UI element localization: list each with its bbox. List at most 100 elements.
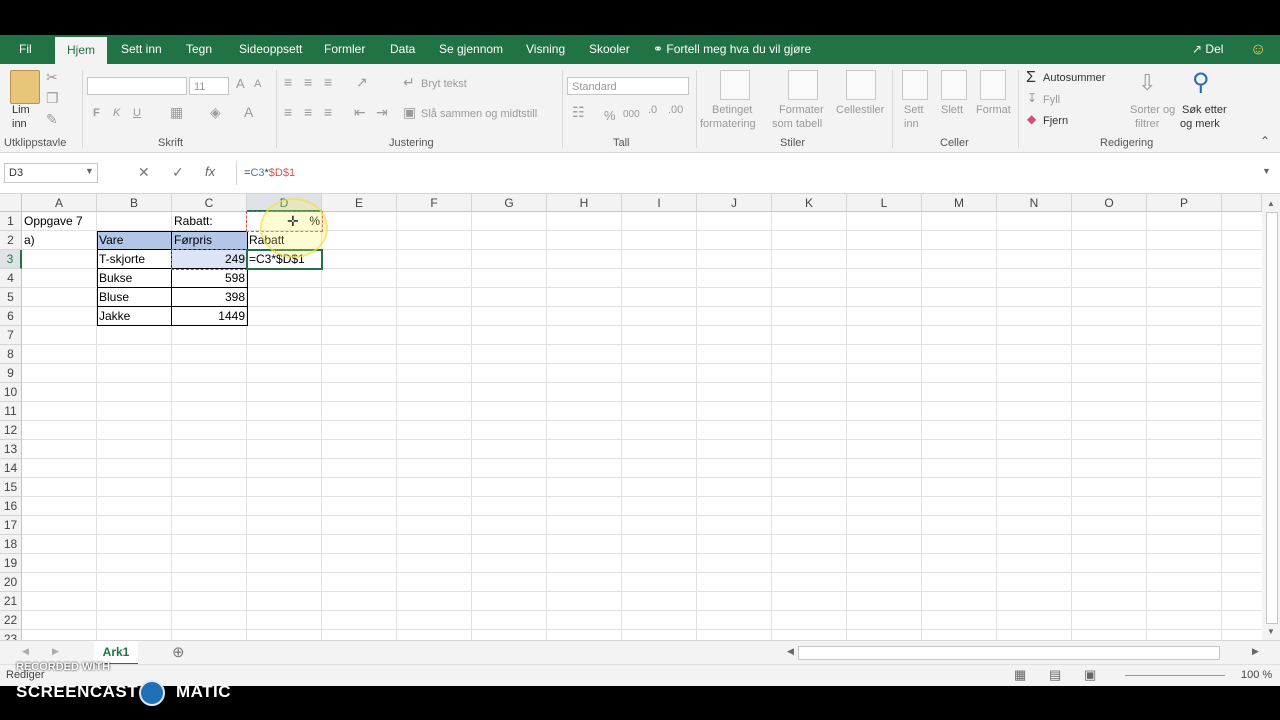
conditional-formatting-label-2[interactable]: formatering [700,118,756,130]
font-size-combo[interactable]: 11 [189,77,229,95]
collapse-ribbon-icon[interactable]: ⌃ [1260,134,1270,148]
merge-icon[interactable]: ▣ [403,104,416,121]
percent-button[interactable]: % [604,108,616,123]
sort-filter-icon[interactable]: ⇩ [1138,70,1156,96]
row-header-19[interactable]: 19 [0,554,22,573]
currency-icon[interactable]: ☷ [572,104,585,121]
tab-fil[interactable]: Fil [19,35,32,64]
cell-b2[interactable]: Vare [97,231,172,250]
increase-indent-icon[interactable]: ⇥ [376,104,388,121]
font-name-combo[interactable] [87,77,187,95]
tab-se-gjennom[interactable]: Se gjennom [439,35,503,64]
row-header-3[interactable]: 3 [0,250,22,269]
row-header-15[interactable]: 15 [0,478,22,497]
zoom-level[interactable]: 100 % [1241,669,1272,681]
row-header-14[interactable]: 14 [0,459,22,478]
column-header-h[interactable]: H [547,194,622,212]
column-header-p[interactable]: P [1147,194,1222,212]
insert-function-icon[interactable]: fx [205,164,215,179]
row-header-7[interactable]: 7 [0,326,22,345]
row-header-23[interactable]: 23 [0,630,22,640]
tab-data[interactable]: Data [390,35,415,64]
cell-a2[interactable]: a) [22,231,97,250]
row-header-9[interactable]: 9 [0,364,22,383]
decrease-indent-icon[interactable]: ⇤ [354,104,366,121]
smiley-icon[interactable]: ☺ [1250,35,1266,64]
grow-font-icon[interactable]: A [236,76,245,91]
row-header-21[interactable]: 21 [0,592,22,611]
scroll-up-icon[interactable]: ▲ [1267,199,1275,208]
add-sheet-icon[interactable]: ⊕ [172,643,185,661]
column-header-n[interactable]: N [997,194,1072,212]
cell-styles-icon[interactable] [846,70,876,100]
font-color-icon[interactable]: A [244,104,253,120]
vertical-scrollbar[interactable]: ▲ ▼ [1262,194,1280,640]
paste-icon[interactable] [10,70,40,104]
row-header-5[interactable]: 5 [0,288,22,307]
delete-cells-label[interactable]: Slett [941,104,963,116]
delete-cells-icon[interactable] [941,70,967,100]
page-layout-icon[interactable]: ▤ [1049,667,1061,683]
cancel-entry-icon[interactable]: ✕ [138,164,150,181]
row-header-11[interactable]: 11 [0,402,22,421]
formula-input[interactable]: =C3*$D$1 [244,167,295,179]
name-box[interactable]: D3 [4,163,98,183]
prev-sheet-icon[interactable]: ◀ [22,646,29,657]
zoom-slider[interactable] [1125,675,1225,676]
underline-button[interactable]: U [133,107,141,119]
column-header-l[interactable]: L [847,194,922,212]
format-cells-label[interactable]: Format [976,104,1011,116]
scroll-thumb[interactable] [1266,212,1278,624]
row-header-22[interactable]: 22 [0,611,22,630]
share-button[interactable]: ↗ Del [1192,35,1223,64]
column-header-o[interactable]: O [1072,194,1147,212]
row-header-2[interactable]: 2 [0,231,22,250]
italic-button[interactable]: K [113,107,120,119]
column-header-c[interactable]: C [172,194,247,212]
merge-center-button[interactable]: Slå sammen og midtstill [421,108,537,120]
cell-c5[interactable]: 398 [172,288,247,307]
align-right-icon[interactable]: ≡ [324,104,332,120]
column-header-e[interactable]: E [322,194,397,212]
row-header-18[interactable]: 18 [0,535,22,554]
align-middle-icon[interactable]: ≡ [304,74,312,90]
align-top-icon[interactable]: ≡ [284,74,292,90]
cut-icon[interactable]: ✂ [46,69,58,86]
row-header-4[interactable]: 4 [0,269,22,288]
cell-b6[interactable]: Jakke [97,307,172,326]
insert-cells-icon[interactable] [902,70,928,100]
row-header-20[interactable]: 20 [0,573,22,592]
expand-formula-icon[interactable]: ▼ [1262,166,1271,176]
border-icon[interactable]: ▦ [170,104,183,121]
decrease-decimal-icon[interactable]: .00 [668,104,683,116]
align-left-icon[interactable]: ≡ [284,104,292,120]
format-cells-icon[interactable] [980,70,1006,100]
row-header-8[interactable]: 8 [0,345,22,364]
column-header-k[interactable]: K [772,194,847,212]
tell-me-box[interactable]: ⚭ Fortell meg hva du vil gjøre [653,35,811,64]
row-header-13[interactable]: 13 [0,440,22,459]
cell-c1[interactable]: Rabatt: [172,212,247,231]
cell-a1[interactable]: Oppgave 7 [22,212,97,231]
cell-b5[interactable]: Bluse [97,288,172,307]
fill-color-icon[interactable]: ◈ [210,104,221,121]
format-painter-icon[interactable]: ✎ [46,111,58,128]
clear-button[interactable]: Fjern [1043,115,1068,127]
next-sheet-icon[interactable]: ▶ [52,646,59,657]
cell-styles-label[interactable]: Cellestiler [836,104,884,116]
align-center-icon[interactable]: ≡ [304,104,312,120]
tab-skooler[interactable]: Skooler [589,35,630,64]
column-header-q[interactable] [1222,194,1262,212]
orientation-icon[interactable]: ↗ [356,74,368,91]
thousands-button[interactable]: 000 [623,109,640,120]
row-header-10[interactable]: 10 [0,383,22,402]
row-header-6[interactable]: 6 [0,307,22,326]
column-header-m[interactable]: M [922,194,997,212]
shrink-font-icon[interactable]: A [254,78,261,90]
tab-formler[interactable]: Formler [324,35,365,64]
number-format-combo[interactable]: Standard [567,77,689,95]
column-header-i[interactable]: I [622,194,697,212]
autosum-button[interactable]: Autosummer [1043,72,1105,84]
tab-visning[interactable]: Visning [526,35,565,64]
page-break-icon[interactable]: ▣ [1084,667,1096,683]
